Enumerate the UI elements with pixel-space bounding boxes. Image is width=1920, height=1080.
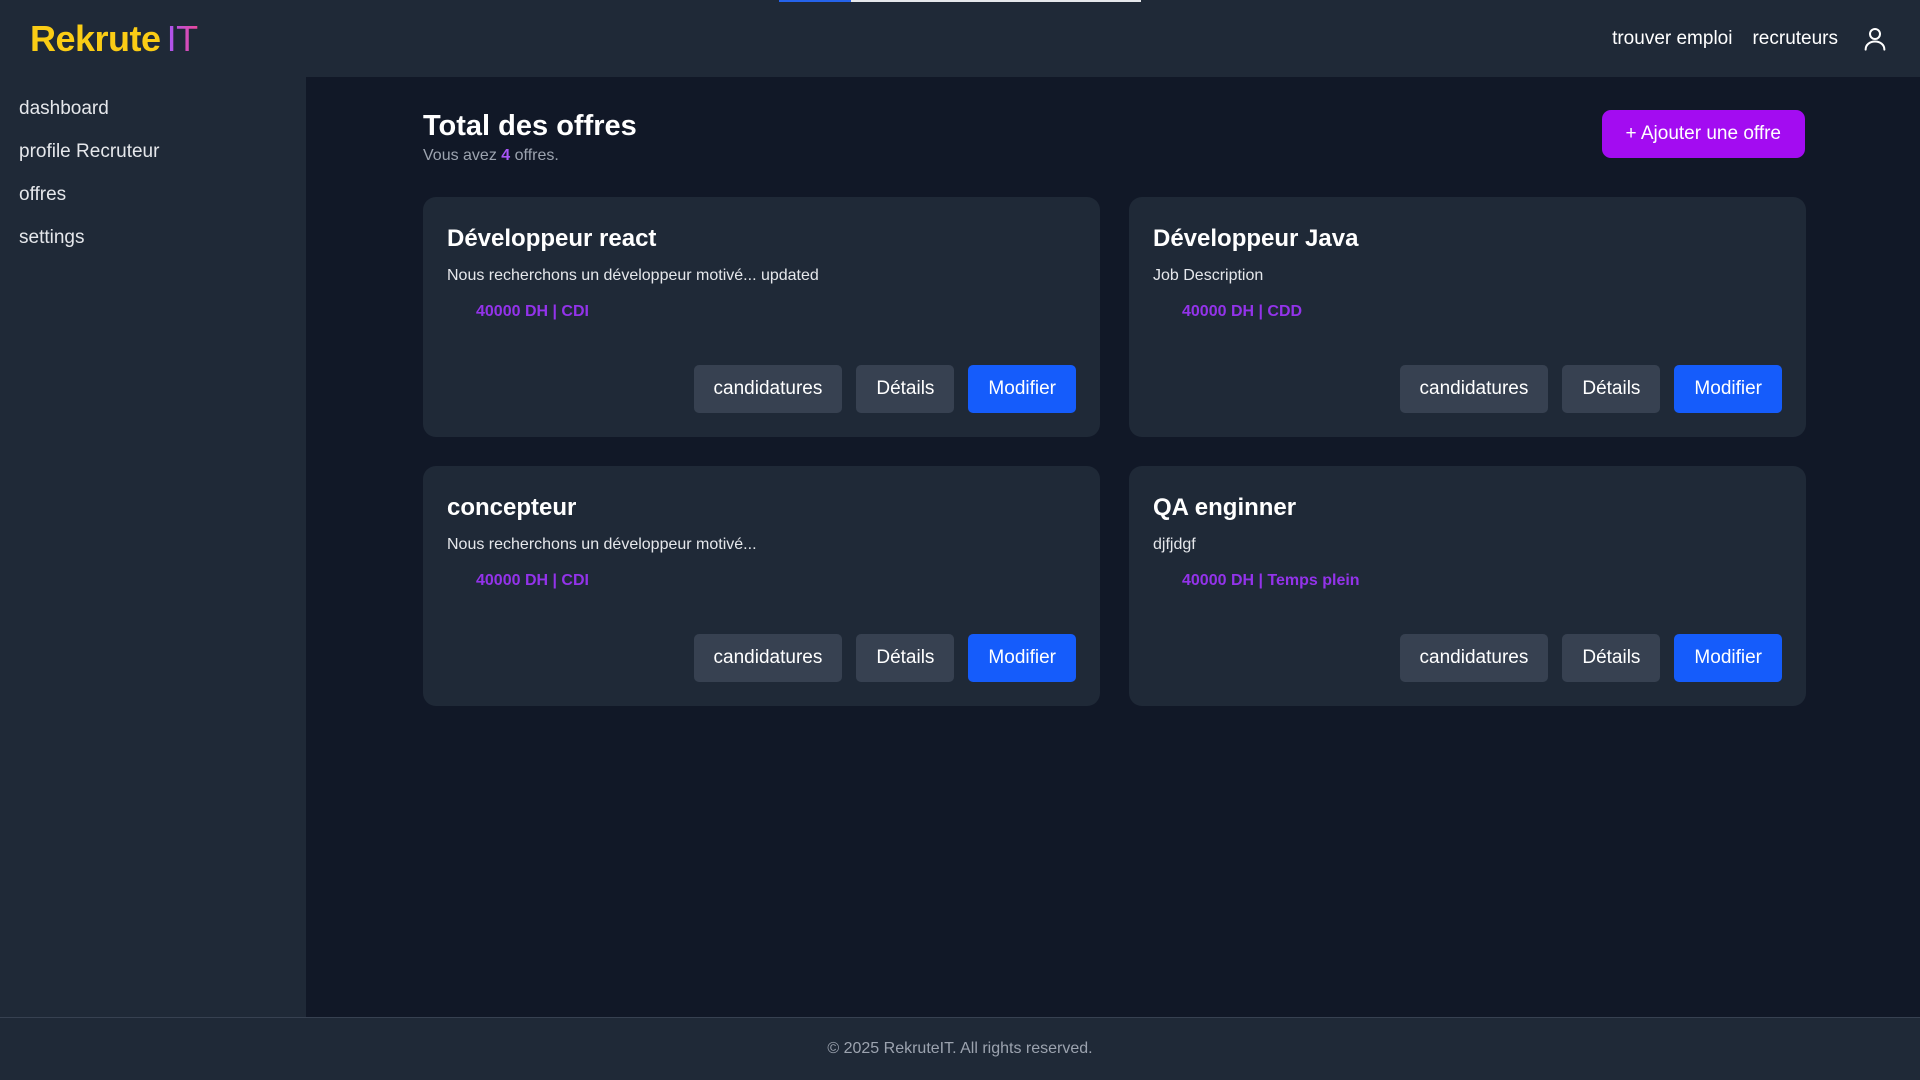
page-heading-group: Total des offres Vous avez 4 offres. [423, 110, 637, 165]
details-button[interactable]: Détails [856, 634, 955, 682]
brand-logo[interactable]: Rekrute IT [30, 18, 198, 60]
offer-description: Job Description [1153, 267, 1264, 284]
offers-count: 4 [501, 147, 511, 164]
offer-card: QA enginner djfjdgf 40000 DH | Temps ple… [1129, 466, 1806, 706]
edit-button[interactable]: Modifier [968, 365, 1076, 413]
top-header: Rekrute IT trouver emploi recruteurs [0, 0, 1920, 77]
applications-button[interactable]: candidatures [693, 365, 843, 413]
page-loading-progress [779, 0, 1141, 2]
offers-count-prefix: Vous avez [423, 147, 502, 164]
details-button[interactable]: Détails [1562, 634, 1661, 682]
details-button[interactable]: Détails [1562, 365, 1661, 413]
nav-link-recruiters[interactable]: recruteurs [1752, 28, 1838, 50]
edit-button[interactable]: Modifier [968, 634, 1076, 682]
offer-salary-contract: 40000 DH | CDD [1182, 303, 1303, 320]
footer: © 2025 RekruteIT. All rights reserved. [0, 1017, 1920, 1080]
offer-description: djfjdgf [1153, 536, 1196, 553]
sidebar-item-dashboard[interactable]: dashboard [0, 97, 306, 140]
sidebar-item-profile-recruiter[interactable]: profile Recruteur [0, 140, 306, 183]
user-icon[interactable] [1860, 24, 1890, 54]
page-title: Total des offres [423, 110, 637, 142]
offer-description: Nous recherchons un développeur motivé..… [447, 536, 757, 553]
offer-card: Développeur Java Job Description 40000 D… [1129, 197, 1806, 437]
offer-card: concepteur Nous recherchons un développe… [423, 466, 1100, 706]
sidebar: dashboard profile Recruteur offres setti… [0, 77, 307, 1017]
page-header: Total des offres Vous avez 4 offres. + A… [423, 110, 1805, 165]
sidebar-item-offers[interactable]: offres [0, 183, 306, 226]
offer-card: Développeur react Nous recherchons un dé… [423, 197, 1100, 437]
offer-title: concepteur [447, 494, 577, 521]
applications-button[interactable]: candidatures [693, 634, 843, 682]
offer-description: Nous recherchons un développeur motivé..… [447, 267, 819, 284]
offer-salary-contract: 40000 DH | Temps plein [1182, 572, 1360, 589]
offer-salary-contract: 40000 DH | CDI [476, 572, 589, 589]
offer-actions: candidatures Détails Modifier [1399, 634, 1782, 682]
edit-button[interactable]: Modifier [1674, 365, 1782, 413]
offers-count-suffix: offres. [510, 147, 559, 164]
offer-title: Développeur react [447, 225, 657, 252]
brand-logo-main: Rekrute [30, 17, 161, 59]
main-content: Total des offres Vous avez 4 offres. + A… [307, 77, 1920, 1017]
add-offer-button[interactable]: + Ajouter une offre [1601, 110, 1805, 158]
offer-salary-contract: 40000 DH | CDI [476, 303, 589, 320]
offer-actions: candidatures Détails Modifier [1399, 365, 1782, 413]
offer-title: Développeur Java [1153, 225, 1359, 252]
sidebar-item-settings[interactable]: settings [0, 226, 306, 269]
applications-button[interactable]: candidatures [1399, 634, 1549, 682]
offer-actions: candidatures Détails Modifier [693, 365, 1076, 413]
offer-title: QA enginner [1153, 494, 1297, 521]
edit-button[interactable]: Modifier [1674, 634, 1782, 682]
offers-count-text: Vous avez 4 offres. [423, 147, 637, 165]
offers-grid: Développeur react Nous recherchons un dé… [423, 197, 1806, 706]
brand-logo-accent: IT [166, 17, 199, 59]
header-nav: trouver emploi recruteurs [1612, 24, 1890, 54]
page-loading-progress-fill [779, 0, 852, 2]
copyright-text: © 2025 RekruteIT. All rights reserved. [827, 1040, 1093, 1057]
offer-actions: candidatures Détails Modifier [693, 634, 1076, 682]
details-button[interactable]: Détails [856, 365, 955, 413]
nav-link-find-job[interactable]: trouver emploi [1612, 28, 1732, 50]
applications-button[interactable]: candidatures [1399, 365, 1549, 413]
